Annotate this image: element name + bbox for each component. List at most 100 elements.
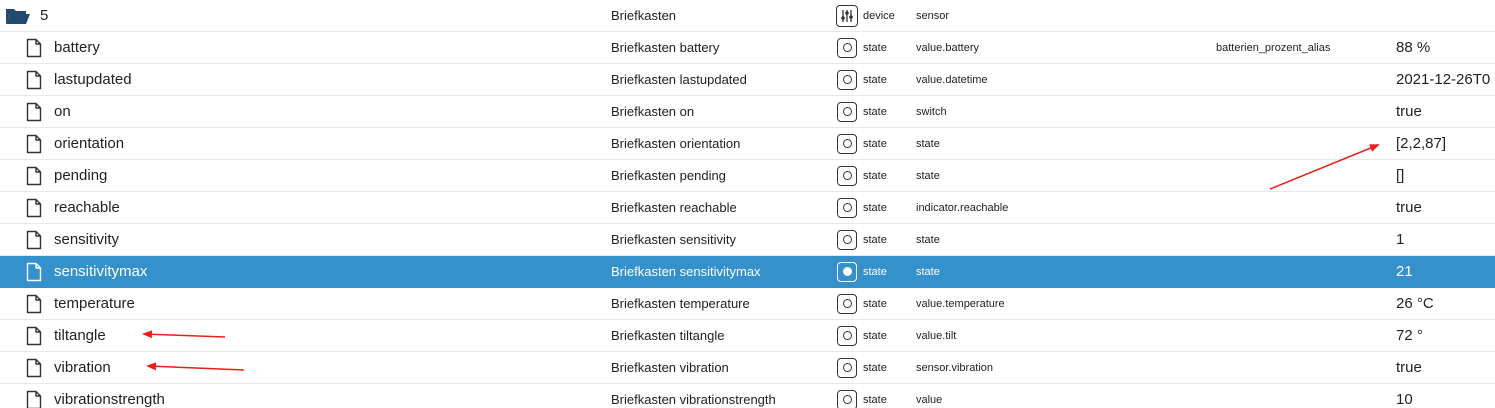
state-icon [836,320,858,351]
row-name: Briefkasten vibration [611,360,729,375]
row-role: switch [916,105,947,118]
state-icon [836,128,858,159]
file-icon [24,160,44,191]
row-role: state [916,169,940,182]
row-id: lastupdated [54,71,132,88]
row-type: state [863,169,887,182]
tree-row-sensitivitymax[interactable]: sensitivitymax Briefkasten sensitivityma… [0,256,1495,288]
row-id: sensitivity [54,231,120,248]
tree-row-battery[interactable]: battery Briefkasten battery state value.… [0,32,1495,64]
row-room [1216,288,1386,319]
state-icon [836,32,858,63]
row-room [1216,256,1386,287]
file-icon [24,384,44,408]
row-name: Briefkasten battery [611,40,720,55]
row-room [1216,224,1386,255]
row-role: state [916,233,940,246]
row-value[interactable]: 10 [1396,384,1495,408]
file-icon [24,320,44,351]
row-id: reachable [54,199,120,216]
row-role: value [916,393,943,406]
row-id: battery [54,39,100,56]
row-type: state [863,201,887,214]
state-icon [836,384,858,408]
state-icon [836,192,858,223]
row-id: on [54,103,71,120]
row-name: Briefkasten vibrationstrength [611,392,776,407]
row-type: state [863,329,887,342]
row-name: Briefkasten temperature [611,296,750,311]
row-value[interactable]: 88 % [1396,32,1495,63]
folder-open-icon[interactable] [4,0,32,31]
row-name: Briefkasten tiltangle [611,328,725,343]
tree-row-pending[interactable]: pending Briefkasten pending state state … [0,160,1495,192]
row-type: state [863,361,887,374]
row-name: Briefkasten sensitivitymax [611,264,761,279]
file-icon [24,192,44,223]
file-icon [24,128,44,159]
row-id: orientation [54,135,125,152]
row-value[interactable]: true [1396,352,1495,383]
row-type: state [863,73,887,86]
object-tree-table: 5 Briefkasten device sensor battery Brie… [0,0,1495,408]
state-icon [836,160,858,191]
row-room: batterien_prozent_alias [1216,41,1331,54]
row-role: value.tilt [916,329,957,342]
row-name: Briefkasten [611,8,677,23]
device-icon [836,0,858,31]
tree-row-on[interactable]: on Briefkasten on state switch true [0,96,1495,128]
file-icon [24,288,44,319]
tree-row-reachable[interactable]: reachable Briefkasten reachable state in… [0,192,1495,224]
tree-row-vibrationstrength[interactable]: vibrationstrength Briefkasten vibrations… [0,384,1495,408]
row-name: Briefkasten orientation [611,136,741,151]
row-id: vibrationstrength [54,391,165,408]
row-value[interactable]: 1 [1396,224,1495,255]
row-name: Briefkasten reachable [611,200,737,215]
row-role: state [916,137,940,150]
file-icon [24,64,44,95]
row-value[interactable]: 2021-12-26T0 [1396,64,1495,95]
row-role: state [916,265,940,278]
tree-row-vibration[interactable]: vibration Briefkasten vibration state se… [0,352,1495,384]
row-value[interactable]: 21 [1396,256,1495,287]
row-value[interactable]: 72 ° [1396,320,1495,351]
tree-row-tiltangle[interactable]: tiltangle Briefkasten tiltangle state va… [0,320,1495,352]
row-room [1216,352,1386,383]
file-icon [24,96,44,127]
row-type: state [863,137,887,150]
file-icon [24,32,44,63]
tree-row-orientation[interactable]: orientation Briefkasten orientation stat… [0,128,1495,160]
row-name: Briefkasten pending [611,168,726,183]
tree-row-folder[interactable]: 5 Briefkasten device sensor [0,0,1495,32]
state-icon [836,224,858,255]
row-room [1216,384,1386,408]
row-type: state [863,233,887,246]
row-id: 5 [40,7,49,24]
tree-row-sensitivity[interactable]: sensitivity Briefkasten sensitivity stat… [0,224,1495,256]
tree-row-temperature[interactable]: temperature Briefkasten temperature stat… [0,288,1495,320]
row-value[interactable]: [] [1396,160,1495,191]
file-icon [24,224,44,255]
row-role: sensor.vibration [916,361,994,374]
row-role: sensor [916,9,950,22]
row-value[interactable]: true [1396,96,1495,127]
row-room [1216,96,1386,127]
row-role: value.battery [916,41,979,54]
row-id: tiltangle [54,327,106,344]
state-icon [836,256,858,287]
row-name: Briefkasten on [611,104,695,119]
row-value[interactable]: 26 °C [1396,288,1495,319]
row-value[interactable]: [2,2,87] [1396,128,1495,159]
state-icon [836,288,858,319]
row-value[interactable]: true [1396,192,1495,223]
row-id: sensitivitymax [54,263,148,280]
row-id: pending [54,167,108,184]
row-type: state [863,297,887,310]
row-type: state [863,41,887,54]
row-role: indicator.reachable [916,201,1009,214]
row-id: vibration [54,359,111,376]
row-type: device [863,9,895,22]
tree-row-lastupdated[interactable]: lastupdated Briefkasten lastupdated stat… [0,64,1495,96]
file-icon [24,256,44,287]
state-icon [836,352,858,383]
